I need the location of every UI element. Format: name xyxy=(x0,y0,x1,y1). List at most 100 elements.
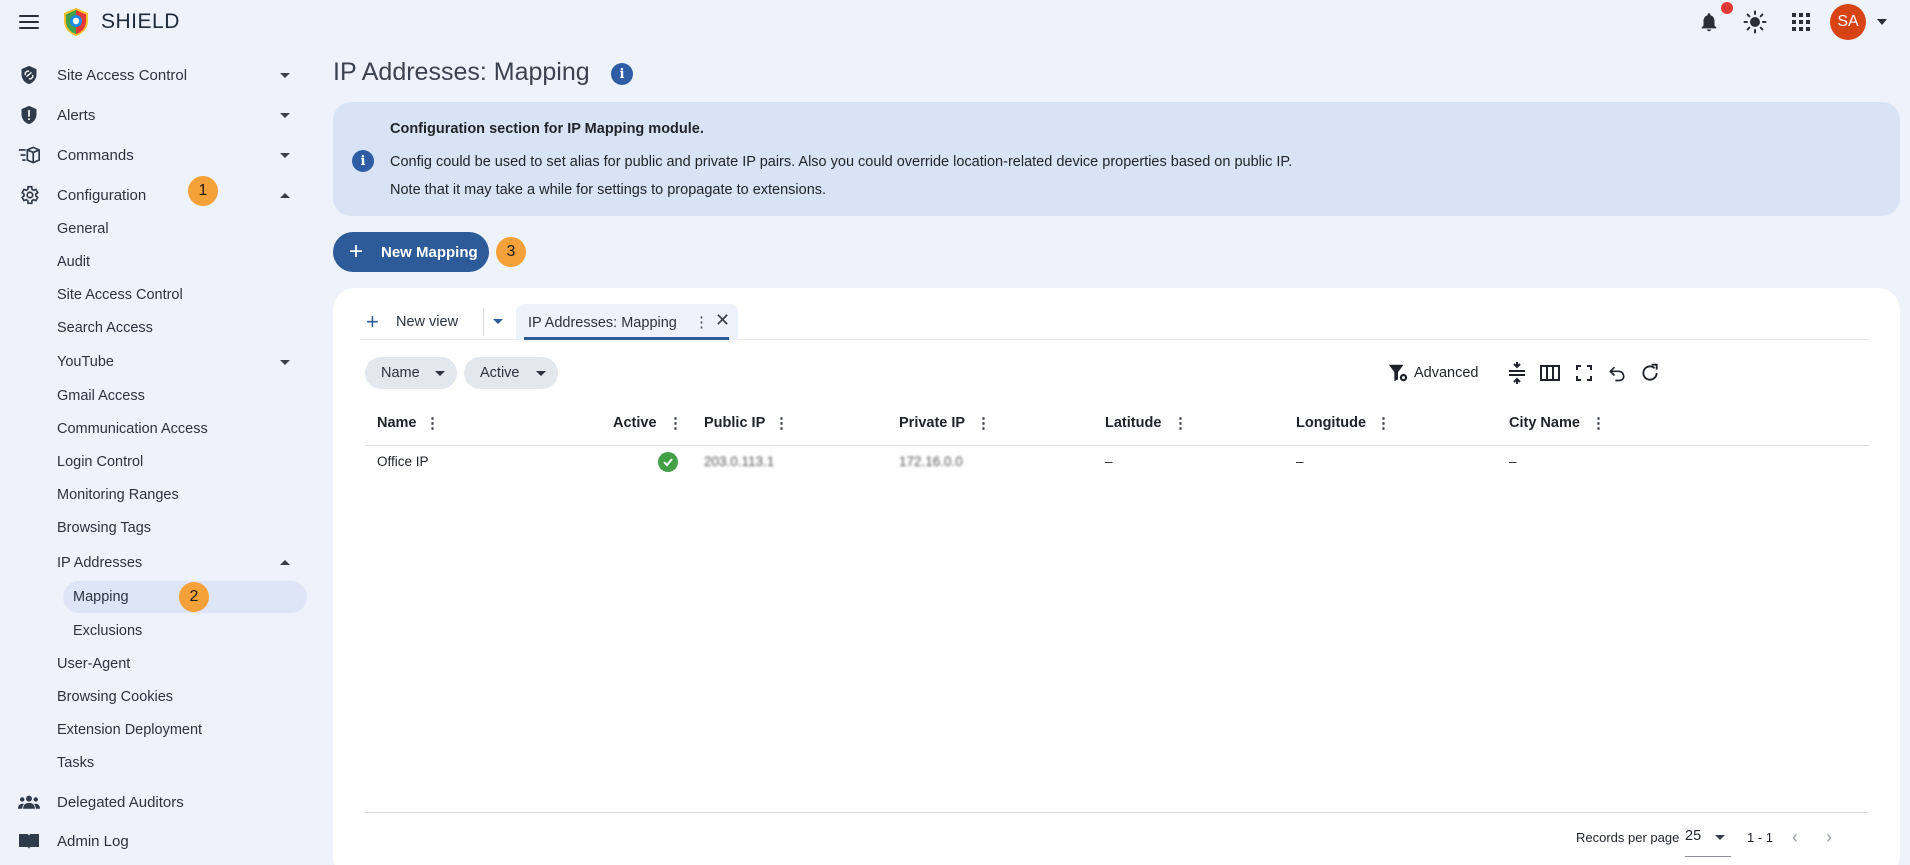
plus-icon: + xyxy=(366,309,379,334)
cell-latitude: – xyxy=(1105,454,1113,469)
sidebar-subitem-gmail-access[interactable]: Gmail Access xyxy=(57,382,297,410)
gear-icon xyxy=(18,184,40,206)
chevron-down-icon xyxy=(280,152,290,158)
columns-icon[interactable] xyxy=(1537,360,1563,386)
more-vert-icon[interactable]: ⋮ xyxy=(668,414,683,432)
sidebar-item-label: Configuration xyxy=(57,186,147,204)
more-vert-icon[interactable]: ⋮ xyxy=(976,414,991,432)
more-vert-icon[interactable]: ⋮ xyxy=(1173,414,1188,432)
column-header-public-ip[interactable]: Public IP xyxy=(704,415,765,431)
column-header-active[interactable]: Active xyxy=(613,415,657,431)
chevron-up-icon xyxy=(280,192,290,198)
close-icon[interactable]: ✕ xyxy=(715,310,730,331)
sidebar-subitem-exclusions[interactable]: Exclusions xyxy=(73,617,142,645)
pagination-range: 1 - 1 xyxy=(1747,830,1774,845)
sidebar-item-site-access-control[interactable]: Site Access Control xyxy=(0,58,300,92)
admin-log-icon xyxy=(18,830,40,852)
sidebar-subitem-mapping[interactable]: Mapping xyxy=(73,583,129,611)
page-title: IP Addresses: Mapping xyxy=(333,58,590,86)
chevron-down-icon xyxy=(435,371,445,376)
shield-logo-icon xyxy=(60,6,92,38)
sidebar-subitem-browsing-tags[interactable]: Browsing Tags xyxy=(57,514,297,542)
tab-label: IP Addresses: Mapping xyxy=(528,315,677,331)
cell-public-ip: 203.0.113.1 xyxy=(704,454,775,469)
top-bar: SHIELD SA xyxy=(0,0,1910,44)
step-badge-1: 1 xyxy=(188,176,218,206)
sidebar-subitem-search-access[interactable]: Search Access xyxy=(57,314,297,342)
advanced-filter-icon[interactable] xyxy=(1385,360,1411,386)
sidebar-item-configuration[interactable]: Configuration xyxy=(0,178,300,212)
next-page-icon[interactable]: › xyxy=(1826,828,1832,846)
more-vert-icon[interactable]: ⋮ xyxy=(425,414,440,432)
notification-dot xyxy=(1721,2,1733,14)
sidebar-item-label: Site Access Control xyxy=(57,66,188,84)
sidebar-subitem-audit[interactable]: Audit xyxy=(57,248,297,276)
sidebar-item-label: Delegated Auditors xyxy=(57,793,184,811)
sidebar-item-admin-log[interactable]: Admin Log xyxy=(0,824,300,858)
advanced-filter-button[interactable]: Advanced xyxy=(1414,365,1479,381)
table-row[interactable] xyxy=(365,446,1869,484)
undo-icon[interactable] xyxy=(1604,360,1630,386)
column-header-city-name[interactable]: City Name xyxy=(1509,415,1580,431)
tab-ip-addresses-mapping[interactable]: IP Addresses: Mapping ⋮ ✕ xyxy=(516,304,738,340)
select-underline xyxy=(1685,856,1731,857)
sidebar-item-delegated-auditors[interactable]: Delegated Auditors xyxy=(0,785,300,819)
column-header-latitude[interactable]: Latitude xyxy=(1105,415,1161,431)
chevron-down-icon xyxy=(280,112,290,118)
filter-chip-name[interactable]: Name xyxy=(365,357,457,389)
sidebar: Site Access Control Alerts Commands Conf… xyxy=(0,50,310,865)
sidebar-subitem-user-agent[interactable]: User-Agent xyxy=(57,650,297,678)
plus-icon: + xyxy=(349,238,364,265)
apps-grid-icon[interactable] xyxy=(1787,8,1815,36)
step-badge-3: 3 xyxy=(496,237,526,267)
refresh-icon[interactable] xyxy=(1637,360,1663,386)
records-per-page-label: Records per page xyxy=(1576,830,1680,845)
brand-name: SHIELD xyxy=(101,10,180,33)
commands-icon xyxy=(18,144,40,166)
more-vert-icon[interactable]: ⋮ xyxy=(1376,414,1391,432)
views-dropdown-icon[interactable] xyxy=(493,319,503,324)
info-heading: Configuration section for IP Mapping mod… xyxy=(390,121,704,137)
previous-page-icon[interactable]: ‹ xyxy=(1792,828,1798,846)
table-card: + New view IP Addresses: Mapping ⋮ ✕ Nam… xyxy=(333,288,1900,865)
chevron-down-icon xyxy=(280,360,290,365)
filter-chip-active[interactable]: Active xyxy=(464,357,558,389)
more-vert-icon[interactable]: ⋮ xyxy=(774,414,789,432)
sidebar-subitem-general[interactable]: General xyxy=(57,215,297,243)
records-per-page-select[interactable]: 25 xyxy=(1685,828,1701,844)
sidebar-subitem-monitoring-ranges[interactable]: Monitoring Ranges xyxy=(57,481,297,509)
column-header-longitude[interactable]: Longitude xyxy=(1296,415,1366,431)
sidebar-subitem-site-access-control[interactable]: Site Access Control xyxy=(57,281,297,309)
sidebar-subitem-tasks[interactable]: Tasks xyxy=(57,749,297,777)
chip-label: Active xyxy=(480,365,520,381)
sidebar-subitem-communication-access[interactable]: Communication Access xyxy=(57,415,297,443)
avatar[interactable]: SA xyxy=(1830,4,1866,40)
shield-alert-icon xyxy=(18,104,40,126)
sidebar-item-alerts[interactable]: Alerts xyxy=(0,98,300,132)
cell-city-name: – xyxy=(1509,454,1517,469)
more-vert-icon[interactable]: ⋮ xyxy=(1591,414,1606,432)
column-header-name[interactable]: Name xyxy=(377,415,417,431)
info-text: Config could be used to set alias for pu… xyxy=(390,154,1293,170)
density-icon[interactable] xyxy=(1504,360,1530,386)
menu-icon[interactable] xyxy=(17,12,41,32)
cell-name: Office IP xyxy=(377,454,429,469)
sidebar-subitem-ip-addresses[interactable]: IP Addresses xyxy=(57,549,297,577)
theme-sun-icon[interactable] xyxy=(1741,8,1769,36)
sidebar-subitem-youtube[interactable]: YouTube xyxy=(57,348,297,376)
chevron-down-icon[interactable] xyxy=(1877,19,1887,25)
sidebar-subitem-browsing-cookies[interactable]: Browsing Cookies xyxy=(57,683,297,711)
new-mapping-button[interactable]: + New Mapping xyxy=(333,232,489,272)
chevron-down-icon xyxy=(280,72,290,78)
chip-label: Name xyxy=(381,365,420,381)
column-header-private-ip[interactable]: Private IP xyxy=(899,415,965,431)
sidebar-item-commands[interactable]: Commands xyxy=(0,138,300,172)
sidebar-subitem-login-control[interactable]: Login Control xyxy=(57,448,297,476)
bell-icon[interactable] xyxy=(1695,8,1723,36)
more-vert-icon[interactable]: ⋮ xyxy=(694,313,709,331)
sidebar-subitem-extension-deployment[interactable]: Extension Deployment xyxy=(57,716,297,744)
fullscreen-icon[interactable] xyxy=(1571,360,1597,386)
cell-longitude: – xyxy=(1296,454,1304,469)
chevron-down-icon[interactable] xyxy=(1715,835,1725,840)
info-icon[interactable]: i xyxy=(611,63,633,85)
